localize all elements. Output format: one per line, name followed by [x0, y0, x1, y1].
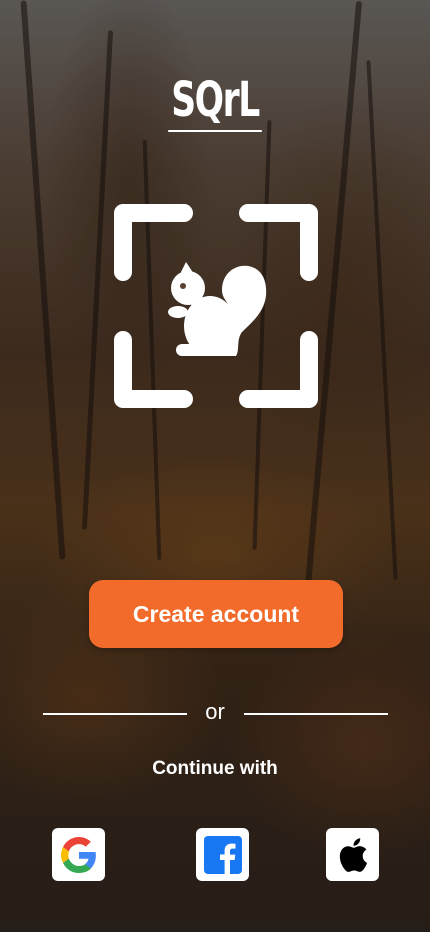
google-signin-button[interactable] — [52, 828, 105, 881]
divider-line-right — [244, 713, 388, 715]
forest-background — [0, 0, 430, 932]
continue-with-label: Continue with — [152, 758, 278, 779]
google-icon — [60, 836, 96, 873]
app-logo: SQrL — [60, 72, 370, 132]
facebook-icon — [203, 835, 242, 874]
apple-signin-button[interactable] — [326, 828, 379, 881]
scan-frame-squirrel-icon — [114, 204, 318, 408]
divider-or-text: or — [205, 699, 225, 724]
apple-icon — [339, 837, 367, 872]
logo-text: SQrL — [168, 72, 262, 132]
facebook-signin-button[interactable] — [196, 828, 249, 881]
create-account-button[interactable]: Create account — [89, 580, 343, 648]
